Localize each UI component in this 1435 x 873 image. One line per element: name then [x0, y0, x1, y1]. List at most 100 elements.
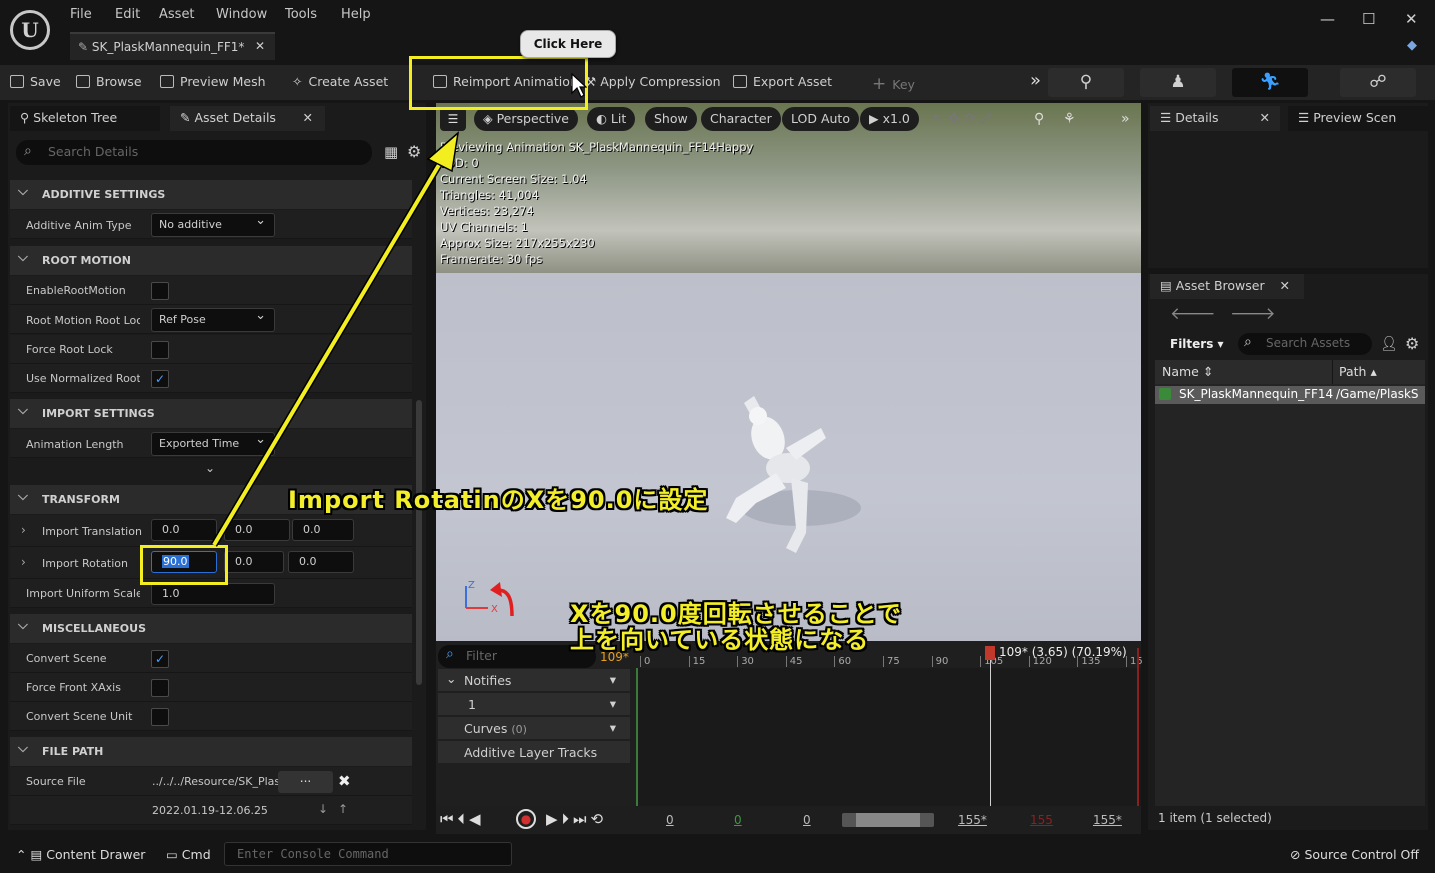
clear-icon[interactable]: ✖: [338, 772, 351, 790]
maximize-icon[interactable]: ☐: [1362, 10, 1375, 28]
column-divider: [1332, 360, 1333, 384]
source-control-button[interactable]: ⊘ Source Control Off: [1290, 847, 1419, 862]
menu-edit[interactable]: Edit: [115, 7, 140, 22]
timeline-scrollbar[interactable]: [842, 813, 934, 827]
enable-root-motion-checkbox[interactable]: [151, 282, 169, 300]
snap-icon[interactable]: ⚘: [1063, 111, 1076, 127]
export-asset-button[interactable]: Export Asset: [733, 74, 832, 89]
menu-asset[interactable]: Asset: [159, 7, 195, 22]
timeline-grid[interactable]: [636, 668, 1141, 806]
transport-controls-icon[interactable]: ⏮⏴◀: [440, 810, 485, 828]
unreal-logo-icon[interactable]: U: [10, 10, 50, 50]
close-window-icon[interactable]: ✕: [1405, 10, 1418, 28]
minimize-icon[interactable]: —: [1320, 10, 1335, 28]
physics-mode-button[interactable]: ☍: [1340, 68, 1416, 97]
bookmark-icon[interactable]: ◆: [1407, 38, 1417, 53]
track-additive-layer[interactable]: Additive Layer Tracks: [438, 741, 630, 763]
camera-icon[interactable]: ⚲: [1034, 111, 1044, 127]
asset-path: /Game/PlaskS: [1336, 387, 1419, 401]
mesh-mode-button[interactable]: ♟: [1140, 68, 1216, 97]
column-path[interactable]: Path ▴: [1339, 364, 1377, 379]
search-icon: ⌕: [446, 646, 454, 662]
cmd-button[interactable]: ▭ Cmd: [166, 847, 211, 862]
user-icon[interactable]: 👤︎: [1380, 336, 1398, 352]
perspective-button[interactable]: ◈ Perspective: [474, 107, 578, 131]
mannequin-figure: [726, 396, 861, 553]
start-frame[interactable]: 0: [666, 813, 674, 827]
range-end[interactable]: 155: [1030, 813, 1053, 827]
save-button[interactable]: Save: [10, 74, 61, 89]
source-file-browse-button[interactable]: ...: [278, 771, 333, 793]
animation-mode-button[interactable]: 🏃︎: [1232, 68, 1308, 97]
column-name[interactable]: Name ⇕: [1162, 364, 1213, 379]
forward-arrow-icon[interactable]: 🡒: [1230, 304, 1276, 324]
content-drawer-button[interactable]: ⌃ ▤ Content Drawer: [16, 847, 145, 862]
menu-tools[interactable]: Tools: [285, 7, 317, 22]
lod-button[interactable]: LOD Auto: [782, 107, 859, 131]
timeline-tick-label: 90: [931, 656, 948, 667]
convert-scene-checkbox[interactable]: ✓: [151, 650, 169, 668]
select-icon[interactable]: ↖ ✥ ⟳ ⤢: [932, 111, 992, 127]
key-button[interactable]: + Key: [872, 74, 915, 94]
dropdown-icon: ▾: [609, 720, 616, 735]
source-file-label: Source File: [26, 775, 86, 788]
filters-button[interactable]: Filters ▾: [1170, 337, 1224, 351]
import-rotation-label: Import Rotation: [42, 557, 129, 570]
preview-mesh-button[interactable]: Preview Mesh: [160, 74, 266, 89]
convert-scene-unit-checkbox[interactable]: [151, 708, 169, 726]
tab-details[interactable]: ☰ Details ✕: [1150, 106, 1280, 131]
expand-icon[interactable]: ›: [21, 555, 26, 569]
lit-button[interactable]: ◐ Lit: [587, 107, 636, 131]
use-normalized-checkbox[interactable]: ✓: [151, 370, 169, 388]
back-arrow-icon[interactable]: 🡐: [1170, 304, 1216, 324]
timeline-tick-label: 60: [834, 656, 851, 667]
view-start[interactable]: 0: [803, 813, 811, 827]
more-toolbar-icon[interactable]: »: [1030, 70, 1041, 91]
arrow-down-icon[interactable]: ↓: [318, 802, 328, 816]
show-button[interactable]: Show: [645, 107, 697, 131]
gear-icon[interactable]: ⚙: [1405, 334, 1419, 353]
close-icon[interactable]: ✕: [255, 39, 265, 53]
stat-previewing: Previewing Animation SK_PlaskMannequin_F…: [440, 140, 754, 154]
preview-scene-icon: ☰: [1298, 110, 1314, 125]
character-button[interactable]: Character: [701, 107, 781, 131]
create-asset-button[interactable]: ✧ Create Asset: [292, 74, 388, 89]
close-icon[interactable]: ✕: [303, 110, 313, 125]
close-icon[interactable]: ✕: [1280, 278, 1290, 293]
search-assets-input[interactable]: Search Assets: [1238, 333, 1372, 355]
menu-window[interactable]: Window: [216, 7, 267, 22]
tab-asset-browser[interactable]: ▤ Asset Browser ✕: [1150, 274, 1304, 299]
tab-preview-scene[interactable]: ☰ Preview Scen: [1288, 106, 1428, 131]
menu-help[interactable]: Help: [341, 7, 371, 22]
view-end[interactable]: 155*: [958, 813, 987, 827]
section-miscellaneous[interactable]: MISCELLANEOUS: [10, 614, 412, 643]
apply-compression-button[interactable]: ⚒ Apply Compression: [585, 74, 721, 89]
track-notify-1[interactable]: 1 ▾: [438, 693, 630, 715]
force-front-xaxis-checkbox[interactable]: [151, 679, 169, 697]
close-icon[interactable]: ✕: [1260, 110, 1270, 125]
force-root-lock-checkbox[interactable]: [151, 341, 169, 359]
force-root-lock-label: Force Root Lock: [26, 343, 113, 356]
playhead-line[interactable]: [990, 648, 991, 806]
console-input[interactable]: Enter Console Command: [224, 842, 512, 866]
track-notifies[interactable]: Notifies ⌄ ▾: [438, 669, 630, 691]
end-frame[interactable]: 155*: [1093, 813, 1122, 827]
section-file-path[interactable]: FILE PATH: [10, 737, 412, 766]
playback-speed-button[interactable]: ▶ x1.0: [860, 107, 919, 131]
range-start[interactable]: 0: [734, 813, 742, 827]
tab-skeleton-tree[interactable]: ⚲ Skeleton Tree: [10, 106, 160, 131]
browse-icon: [76, 75, 90, 88]
source-file-timestamp: 2022.01.19-12.06.25: [152, 804, 268, 817]
document-tab[interactable]: ✎ SK_PlaskMannequin_FF1* ✕: [70, 32, 275, 60]
expand-icon[interactable]: ›: [21, 523, 26, 537]
browse-button[interactable]: Browse: [76, 74, 142, 89]
import-uniform-scale-input[interactable]: 1.0: [151, 583, 275, 605]
expand-toolbar-icon[interactable]: »: [1121, 111, 1130, 127]
track-curves[interactable]: Curves (0) ▾: [438, 717, 630, 739]
play-controls-icon[interactable]: ▶⏵⏭⟲: [546, 810, 607, 828]
skeleton-mode-button[interactable]: ⚲: [1048, 68, 1124, 97]
playhead-marker[interactable]: [985, 646, 995, 660]
menu-file[interactable]: File: [70, 7, 92, 22]
record-icon[interactable]: ●: [516, 809, 536, 829]
arrow-up-icon[interactable]: ↑: [338, 802, 348, 816]
